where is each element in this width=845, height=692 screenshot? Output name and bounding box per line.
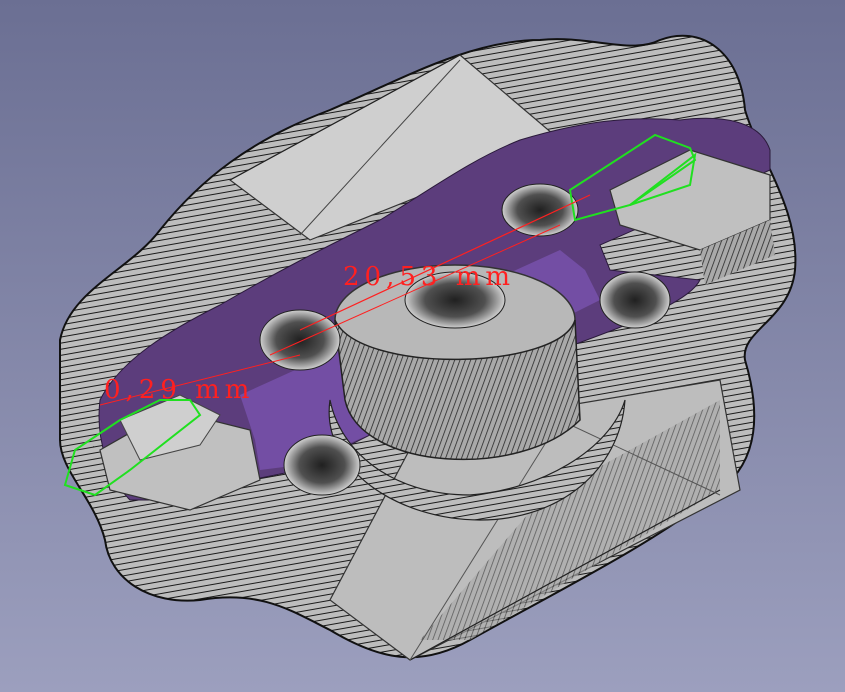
hole-left (259, 309, 341, 371)
hole-right (599, 271, 671, 329)
3d-viewport[interactable]: 20,53 mm 0,29 mm (0, 0, 845, 692)
hole-bottom-left (283, 434, 361, 496)
dimension-label-long: 20,53 mm (343, 262, 515, 292)
3d-part-section-icon[interactable]: 20,53 mm 0,29 mm (0, 0, 845, 692)
hole-top-center (501, 183, 579, 237)
dimension-label-short: 0,29 mm (104, 375, 254, 405)
